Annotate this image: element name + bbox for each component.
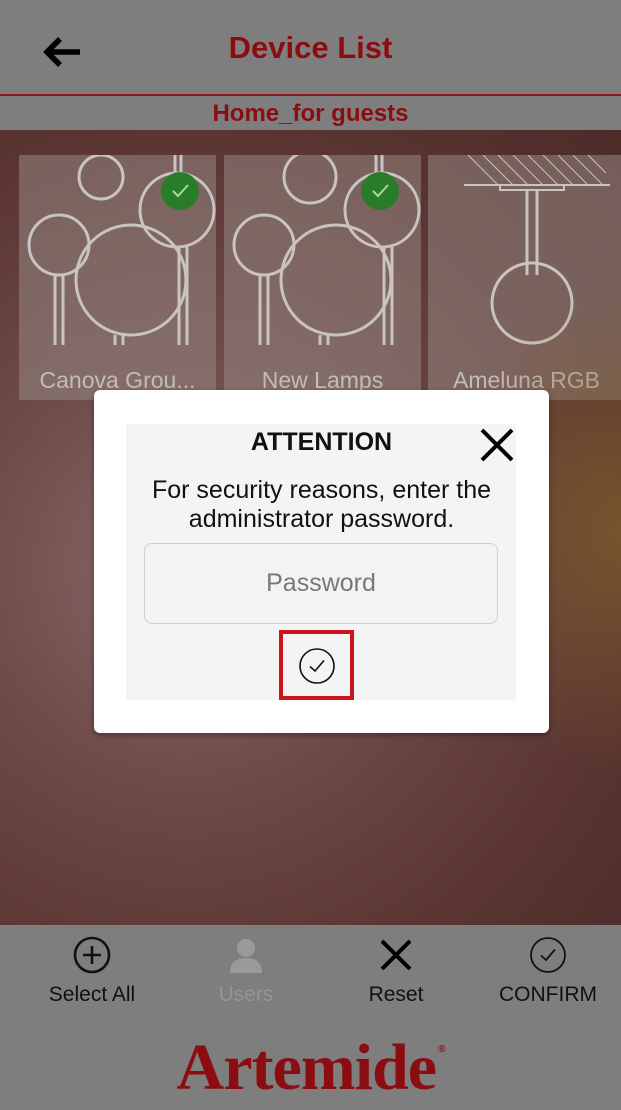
check-icon [372,184,389,198]
home-name-bar: Home_for guests [0,96,621,130]
reset-label: Reset [368,983,424,1006]
password-dialog: ATTENTION For security reasons, enter th… [94,390,549,733]
page-title: Device List [228,30,393,65]
brand-name: Artemide [176,1031,438,1104]
dialog-message: For security reasons, enter the administ… [94,476,549,534]
users-label: Users [218,983,274,1006]
select-all-label: Select All [48,983,136,1006]
confirm-button[interactable]: CONFIRM [492,935,604,1007]
confirm-label: CONFIRM [499,983,597,1006]
device-tile-ameluna[interactable]: Ameluna RGB [428,155,621,400]
close-button[interactable] [477,425,517,465]
dialog-message-line: administrator password. [188,505,455,533]
user-icon [230,939,262,973]
check-icon [172,184,189,198]
selected-check-badge [161,172,199,210]
close-icon [480,428,514,462]
dialog-message-line: For security reasons, enter the [151,476,492,504]
registered-mark: ® [438,1044,445,1055]
device-tile-new-lamps[interactable]: New Lamps [224,155,421,400]
header-bar: Device List [0,0,621,95]
plus-circle-icon [73,936,111,974]
select-all-button[interactable]: Select All [44,935,140,1007]
device-tile-canova[interactable]: Canova Grou... [19,155,216,400]
home-name: Home_for guests [212,100,409,127]
selected-check-badge [361,172,399,210]
users-button[interactable]: Users [208,935,284,1007]
check-circle-icon [530,937,566,973]
submit-password-button[interactable] [279,630,354,700]
reset-button[interactable]: Reset [360,935,432,1007]
pendant-lamp-icon [464,155,610,345]
device-list-screen: Device List Home_for guests Canova Grou.… [0,0,621,1110]
check-circle-icon [299,648,335,684]
artemide-logo: Artemide ® [0,1030,621,1106]
password-input[interactable] [144,543,498,624]
close-icon [380,939,412,971]
